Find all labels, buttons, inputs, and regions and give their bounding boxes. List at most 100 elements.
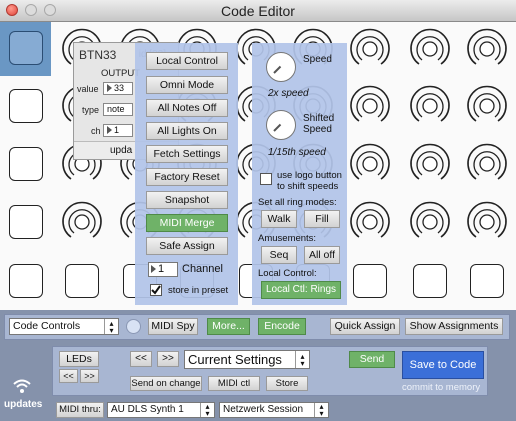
updates-label: updates	[4, 399, 43, 410]
send-button[interactable]: Send	[349, 351, 395, 368]
leds-left-button[interactable]: <<	[59, 369, 78, 383]
ring-encoder-icon[interactable]	[58, 198, 106, 246]
stepper-icon: ▴ ▾	[200, 403, 214, 418]
logo-shift-label: use logo button to shift speeds	[277, 170, 342, 192]
pad-square-icon[interactable]	[470, 264, 504, 298]
seq-button[interactable]: Seq	[261, 246, 297, 264]
midi-merge-button[interactable]: MIDI Merge	[146, 214, 228, 232]
store-button[interactable]: Store	[266, 376, 308, 391]
ring-encoder-icon[interactable]	[346, 198, 394, 246]
channel-label: ch	[91, 126, 101, 136]
channel-label: Channel	[182, 263, 223, 275]
factory-reset-button[interactable]: Factory Reset	[146, 168, 228, 186]
ring-encoder-icon[interactable]	[463, 82, 511, 130]
shifted-speed-value: 1/15th speed	[268, 147, 326, 158]
ring-encoder-icon[interactable]	[406, 82, 454, 130]
local-ctl-rings-button[interactable]: Local Ctl: Rings	[261, 281, 341, 299]
leds-button[interactable]: LEDs	[59, 351, 99, 367]
pad-square-icon[interactable]	[65, 264, 99, 298]
speed-knob[interactable]	[266, 52, 296, 82]
encode-button[interactable]: Encode	[258, 318, 306, 335]
all-notes-off-button[interactable]: All Notes Off	[146, 99, 228, 117]
synth-select[interactable]: AU DLS Synth 1 ▴ ▾	[107, 402, 215, 418]
logo-shift-checkbox[interactable]	[260, 173, 272, 185]
stepper-icon	[107, 84, 112, 92]
local-control-button[interactable]: Local Control	[146, 52, 228, 70]
fill-button[interactable]: Fill	[304, 210, 340, 228]
previous-preset-button[interactable]: <<	[130, 351, 152, 367]
type-select[interactable]: note	[103, 103, 133, 116]
amusements-label: Amusements:	[258, 233, 317, 244]
ring-encoder-icon[interactable]	[463, 25, 511, 73]
shifted-speed-knob[interactable]	[266, 110, 296, 140]
store-in-preset-label: store in preset	[168, 285, 229, 296]
more-button[interactable]: More...	[207, 318, 250, 335]
selected-button-highlight[interactable]	[0, 22, 51, 76]
store-in-preset-checkbox[interactable]	[150, 284, 162, 296]
midi-spy-button[interactable]: MIDI Spy	[148, 318, 198, 335]
stepper-icon: ▴ ▾	[295, 351, 309, 368]
main-toolbar: Code Controls ▴ ▾ MIDI Spy More... Encode…	[4, 314, 510, 340]
ring-encoder-icon[interactable]	[346, 140, 394, 188]
settings-panel: LEDs << >> << >> Current Settings ▴ ▾ Sen…	[52, 346, 488, 396]
ring-encoder-icon[interactable]	[406, 140, 454, 188]
window-title: Code Editor	[221, 3, 295, 19]
stepper-icon: ▴ ▾	[104, 319, 118, 335]
ring-encoder-icon[interactable]	[463, 198, 511, 246]
all-off-button[interactable]: All off	[304, 246, 340, 264]
channel-stepper[interactable]: 1	[148, 262, 178, 277]
speed-value: 2x speed	[268, 88, 309, 99]
stepper-icon: ▴ ▾	[314, 403, 328, 418]
session-select[interactable]: Netzwerk Session ▴ ▾	[219, 402, 329, 418]
value-label: value	[77, 84, 99, 94]
all-lights-on-button[interactable]: All Lights On	[146, 122, 228, 140]
channel-field[interactable]: 1	[103, 124, 133, 137]
type-label: type	[82, 105, 100, 115]
knob-indicator-icon	[273, 65, 282, 74]
leds-right-button[interactable]: >>	[80, 369, 99, 383]
snapshot-button[interactable]: Snapshot	[146, 191, 228, 209]
ring-modes-label: Set all ring modes:	[258, 197, 337, 208]
value-field[interactable]: 33	[103, 82, 133, 95]
control-name: BTN33	[79, 48, 117, 62]
title-bar: Code Editor	[0, 0, 516, 22]
mode-select[interactable]: Code Controls ▴ ▾	[9, 318, 119, 335]
midi-ctl-button[interactable]: MIDI ctl	[208, 376, 260, 391]
wifi-icon[interactable]	[12, 378, 32, 394]
ring-encoder-icon[interactable]	[406, 25, 454, 73]
bottom-control-area: Code Controls ▴ ▾ MIDI Spy More... Encode…	[0, 310, 516, 421]
ring-settings-panel: Speed 2x speed Shifted Speed 1/15th spee…	[252, 43, 347, 305]
midi-thru-label: MIDI thru:	[56, 402, 104, 418]
commit-to-memory-label: commit to memory	[402, 382, 481, 393]
local-control-label: Local Control:	[258, 268, 317, 279]
shifted-speed-label: Shifted Speed	[303, 113, 335, 135]
next-preset-button[interactable]: >>	[157, 351, 179, 367]
quick-assign-button[interactable]: Quick Assign	[330, 318, 400, 335]
ring-encoder-icon[interactable]	[463, 140, 511, 188]
show-assignments-button[interactable]: Show Assignments	[405, 318, 503, 335]
pad-square-icon[interactable]	[9, 264, 43, 298]
pad-square-icon[interactable]	[9, 205, 43, 239]
fetch-settings-button[interactable]: Fetch Settings	[146, 145, 228, 163]
pad-square-icon[interactable]	[9, 89, 43, 123]
device-commands-panel: Local Control Omni Mode All Notes Off Al…	[135, 43, 238, 305]
ring-encoder-icon[interactable]	[346, 82, 394, 130]
pad-square-icon[interactable]	[9, 31, 43, 65]
knob-indicator-icon	[273, 123, 282, 132]
send-on-change-button[interactable]: Send on change	[130, 376, 202, 391]
pad-square-icon[interactable]	[413, 264, 447, 298]
safe-assign-button[interactable]: Safe Assign	[146, 237, 228, 255]
speed-label: Speed	[303, 54, 332, 65]
stepper-icon	[151, 265, 156, 273]
pad-square-icon[interactable]	[353, 264, 387, 298]
save-to-code-button[interactable]: Save to Code	[402, 351, 484, 379]
walk-button[interactable]: Walk	[261, 210, 297, 228]
ring-encoder-icon[interactable]	[346, 25, 394, 73]
ring-encoder-icon[interactable]	[406, 198, 454, 246]
stepper-icon	[107, 126, 112, 134]
status-indicator	[126, 319, 141, 334]
settings-select[interactable]: Current Settings ▴ ▾	[184, 350, 310, 369]
checkbox-icon	[151, 285, 161, 295]
omni-mode-button[interactable]: Omni Mode	[146, 76, 228, 94]
pad-square-icon[interactable]	[9, 147, 43, 181]
